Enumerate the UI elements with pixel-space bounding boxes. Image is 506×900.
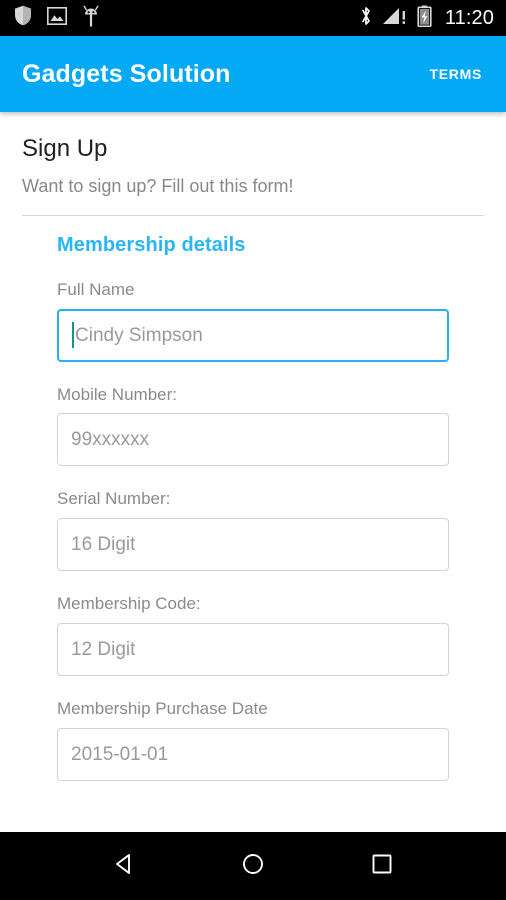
battery-charging-icon: [417, 5, 432, 32]
input-mobile-number[interactable]: 99xxxxxx: [57, 413, 449, 467]
input-membership-code[interactable]: 12 Digit: [57, 622, 449, 676]
home-button[interactable]: [225, 838, 281, 894]
cellular-signal-alert-icon: [382, 6, 408, 31]
back-icon: [110, 850, 138, 883]
page-header: Sign Up Want to sign up? Fill out this f…: [0, 112, 506, 197]
label-membership-code: Membership Code:: [57, 594, 201, 614]
photo-icon: [47, 6, 67, 30]
input-membership-code-placeholder: 12 Digit: [71, 639, 136, 659]
status-bar-left-icons: [14, 5, 100, 32]
header-divider: [22, 215, 484, 217]
field-full-name: Full Name Cindy Simpson: [57, 280, 449, 362]
status-bar-right-icons: 11:20: [359, 5, 494, 32]
android-debug-icon: [82, 5, 100, 32]
label-mobile-number: Mobile Number:: [57, 384, 177, 404]
signup-form-content: Sign Up Want to sign up? Fill out this f…: [0, 112, 506, 832]
field-serial-number: Serial Number: 16 Digit: [57, 489, 449, 572]
input-membership-purchase-date-placeholder: 2015-01-01: [71, 744, 169, 764]
home-icon: [239, 850, 267, 883]
page-subtitle: Want to sign up? Fill out this form!: [22, 176, 294, 197]
input-mobile-number-placeholder: 99xxxxxx: [71, 430, 150, 450]
label-serial-number: Serial Number:: [57, 489, 171, 509]
app-bar: Gadgets Solution TERMS: [0, 36, 506, 112]
terms-button[interactable]: TERMS: [428, 60, 485, 88]
label-full-name: Full Name: [57, 280, 135, 300]
field-mobile-number: Mobile Number: 99xxxxxx: [57, 384, 449, 467]
status-bar: 11:20: [0, 0, 506, 36]
bluetooth-icon: [359, 5, 373, 32]
recents-button[interactable]: [354, 838, 410, 894]
app-title: Gadgets Solution: [22, 59, 231, 88]
input-full-name-placeholder: Cindy Simpson: [75, 325, 203, 345]
input-full-name[interactable]: Cindy Simpson: [57, 308, 449, 362]
input-serial-number-placeholder: 16 Digit: [71, 535, 136, 555]
phone-screen: 11:20 Gadgets Solution TERMS Sign Up Wan…: [0, 0, 506, 900]
membership-form: Membership details Full Name Cindy Simps…: [0, 234, 506, 781]
label-membership-purchase-date: Membership Purchase Date: [57, 698, 268, 718]
input-membership-purchase-date[interactable]: 2015-01-01: [57, 727, 449, 781]
shield-icon: [14, 5, 32, 31]
field-membership-purchase-date: Membership Purchase Date 2015-01-01: [57, 698, 449, 781]
status-bar-clock: 11:20: [444, 7, 494, 29]
page-title: Sign Up: [22, 135, 108, 162]
android-navigation-bar: [0, 832, 506, 900]
input-serial-number[interactable]: 16 Digit: [57, 518, 449, 572]
text-caret: [72, 322, 74, 349]
recents-icon: [368, 850, 396, 883]
back-button[interactable]: [96, 838, 152, 894]
section-heading-membership-details: Membership details: [57, 234, 246, 257]
field-membership-code: Membership Code: 12 Digit: [57, 594, 449, 676]
